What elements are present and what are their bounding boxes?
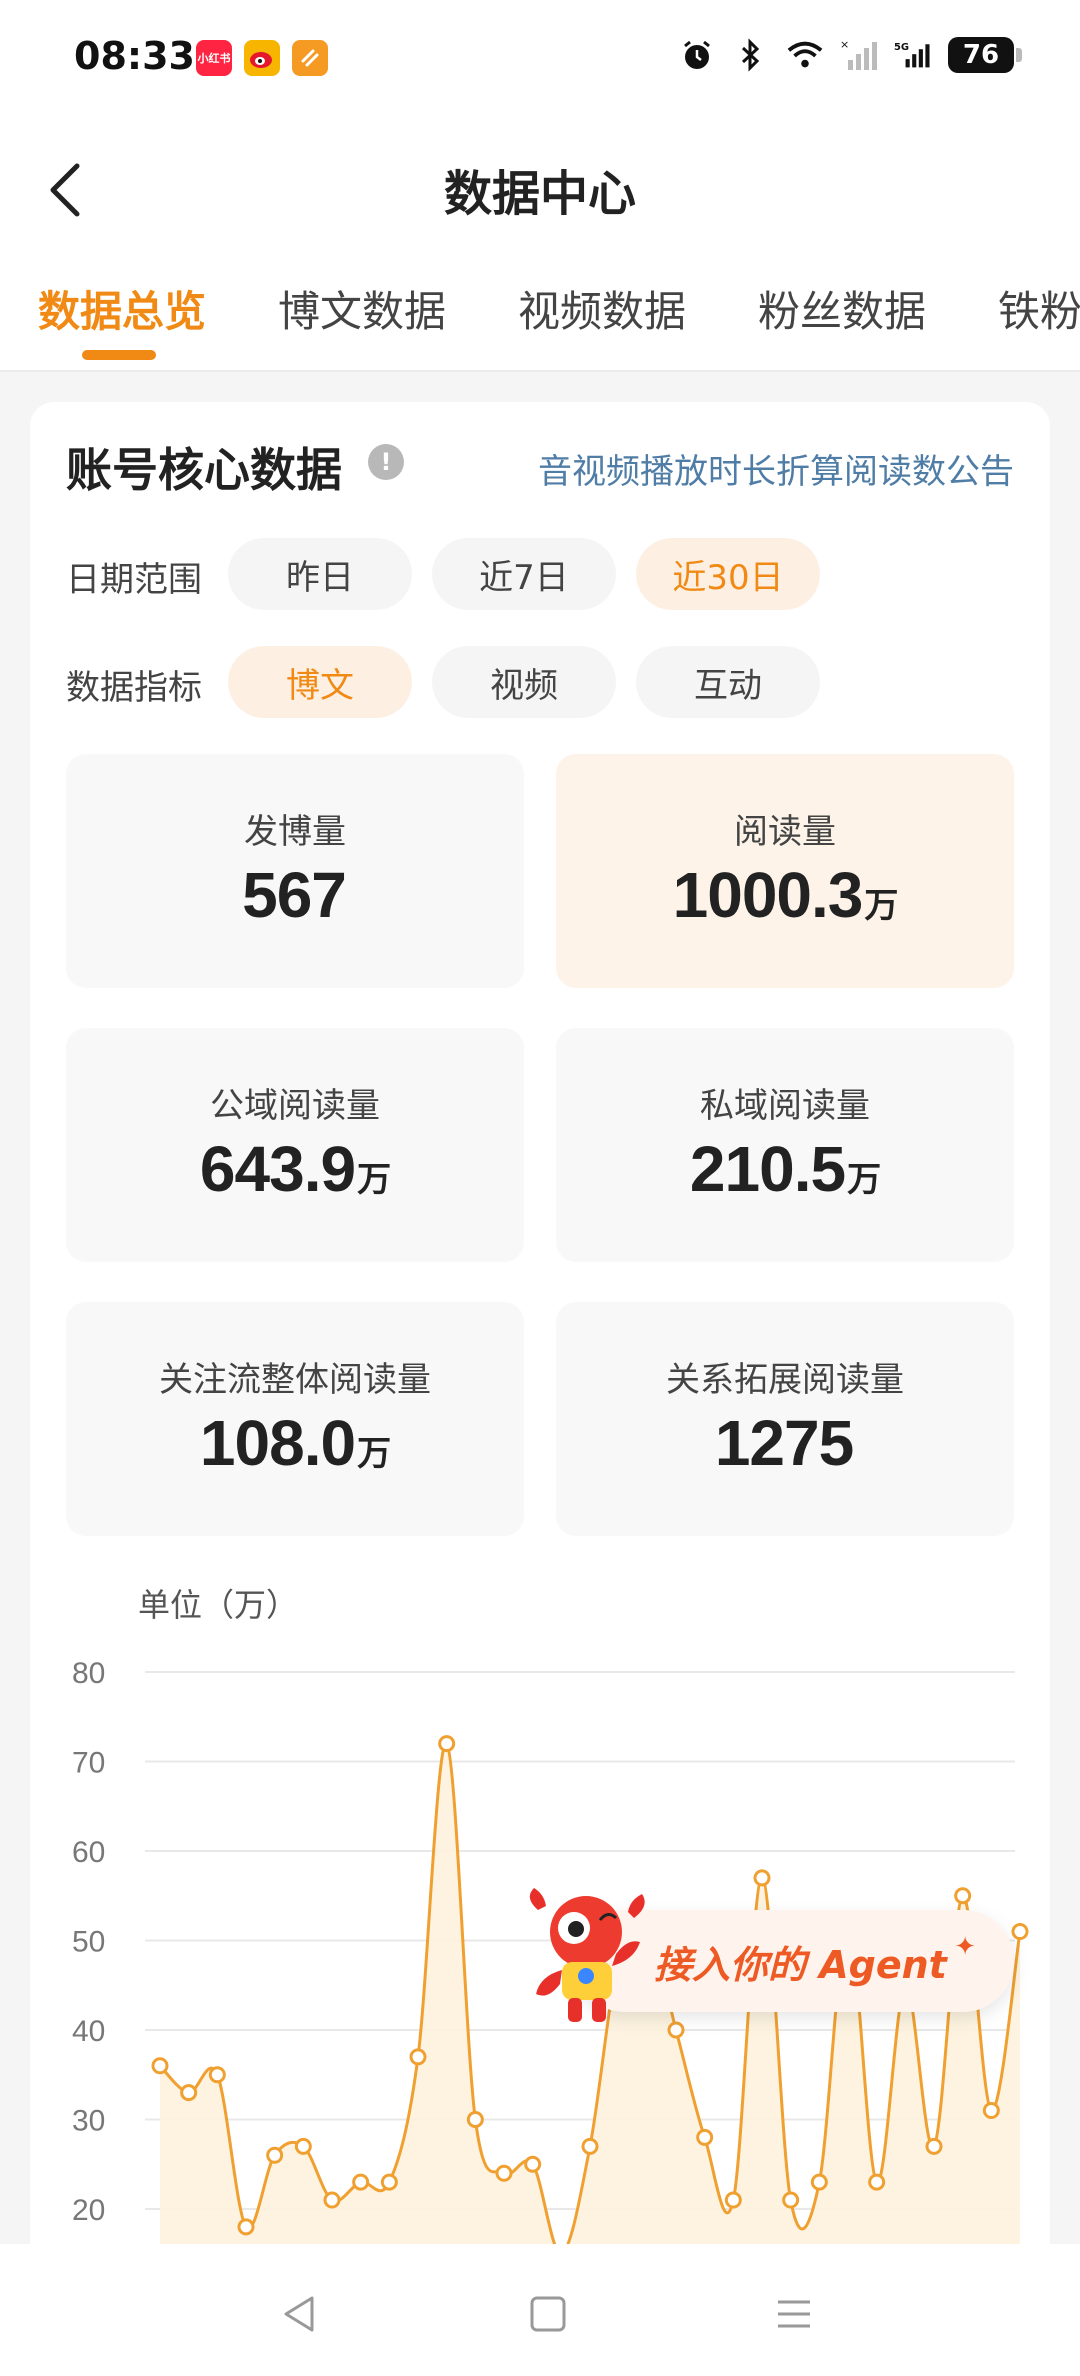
tab-posts[interactable]: 博文数据 (278, 278, 446, 339)
agent-entry-label: 接入你的 Agent (654, 1943, 947, 1987)
data-point (753, 1869, 771, 1887)
chip-7-days[interactable]: 近7日 (432, 538, 616, 610)
data-point (180, 2084, 198, 2102)
metric-label: 数据指标 (66, 668, 202, 708)
triangle-back-icon (284, 2296, 314, 2332)
svg-text:×: × (840, 38, 849, 51)
data-point (982, 2102, 1000, 2120)
data-point (667, 2021, 685, 2039)
notice-link[interactable]: 音视频播放时长折算阅读数公告 (538, 444, 1014, 493)
y-tick-label: 30 (72, 2105, 105, 2138)
app-icon (292, 40, 328, 76)
data-point (466, 2111, 484, 2128)
stat-public-read[interactable]: 公域阅读量 643.9万 (66, 1028, 524, 1262)
info-icon[interactable]: ! (368, 444, 404, 480)
xiaohongshu-icon: 小红书 (196, 40, 232, 76)
signal-5g-icon: 5G (894, 36, 932, 74)
y-tick-label: 40 (72, 2015, 105, 2048)
data-point (323, 2191, 341, 2209)
nav-back-button[interactable] (270, 2284, 330, 2344)
stat-private-read[interactable]: 私域阅读量 210.5万 (556, 1028, 1014, 1262)
chart-unit-label: 单位（万） (138, 1586, 299, 1624)
tab-indicator (82, 350, 156, 360)
menu-icon (778, 2300, 810, 2328)
mascot-icon[interactable] (516, 1880, 656, 2030)
status-indicators: × 5G 76 (678, 36, 1022, 74)
stat-label: 关系拓展阅读量 (666, 1360, 904, 1400)
data-point (925, 2137, 943, 2155)
tab-overview[interactable]: 数据总览 (38, 278, 206, 339)
data-point (266, 2146, 284, 2164)
tab-fans[interactable]: 粉丝数据 (758, 278, 926, 339)
data-point (438, 1735, 456, 1753)
data-point (294, 2137, 312, 2155)
stat-value: 567 (242, 859, 347, 931)
stat-value: 108.0万 (199, 1407, 391, 1479)
data-point (1011, 1923, 1029, 1941)
data-point (810, 2173, 828, 2191)
data-point (151, 2057, 169, 2075)
chip-video[interactable]: 视频 (432, 646, 616, 718)
data-point (954, 1887, 972, 1905)
data-point (524, 2155, 542, 2173)
stat-label: 私域阅读量 (700, 1086, 870, 1126)
system-nav-bar (0, 2244, 1080, 2376)
stat-label: 阅读量 (734, 812, 836, 852)
tab-videos[interactable]: 视频数据 (518, 278, 686, 339)
stat-value: 210.5万 (689, 1133, 881, 1205)
sparkle-icon: ✦ (954, 1932, 976, 1962)
status-app-icons: 小红书 (196, 40, 328, 76)
wifi-icon (786, 36, 824, 74)
chip-30-days[interactable]: 近30日 (636, 538, 820, 610)
stat-post-count[interactable]: 发博量 567 (66, 754, 524, 988)
date-range-label: 日期范围 (66, 560, 202, 600)
chip-posts[interactable]: 博文 (228, 646, 412, 718)
y-tick-label: 60 (72, 1836, 105, 1869)
data-point (352, 2173, 370, 2191)
core-data-card: 账号核心数据 ! 音视频播放时长折算阅读数公告 日期范围 昨日 近7日 近30日… (30, 402, 1050, 2376)
data-point (409, 2048, 427, 2066)
data-point (237, 2218, 255, 2236)
data-point (208, 2066, 226, 2084)
signal-sim1-icon: × (840, 36, 878, 74)
data-point (782, 2191, 800, 2209)
y-tick-label: 80 (72, 1657, 105, 1690)
chip-yesterday[interactable]: 昨日 (228, 538, 412, 610)
tab-bar: 数据总览 博文数据 视频数据 粉丝数据 铁粉 (0, 250, 1080, 372)
stat-value: 1000.3万 (672, 859, 899, 931)
stat-relationship-read[interactable]: 关系拓展阅读量 1275 (556, 1302, 1014, 1536)
stat-label: 公域阅读量 (210, 1086, 380, 1126)
data-point (868, 2173, 886, 2191)
y-tick-label: 50 (72, 1926, 105, 1959)
stat-follow-feed-read[interactable]: 关注流整体阅读量 108.0万 (66, 1302, 524, 1536)
stat-label: 关注流整体阅读量 (159, 1360, 431, 1400)
svg-text:5G: 5G (894, 42, 909, 53)
data-point (696, 2128, 714, 2146)
nav-menu-button[interactable] (764, 2284, 824, 2344)
tab-iron-fans[interactable]: 铁粉 (998, 278, 1080, 339)
data-point (495, 2164, 513, 2182)
data-point (380, 2173, 398, 2191)
stat-value: 1275 (714, 1407, 854, 1479)
stat-value: 643.9万 (199, 1133, 391, 1205)
status-time: 08:33 (74, 34, 195, 78)
nav-home-button[interactable] (518, 2284, 578, 2344)
stat-read-count[interactable]: 阅读量 1000.3万 (556, 754, 1014, 988)
data-point (724, 2191, 742, 2209)
card-title: 账号核心数据 (66, 443, 342, 497)
y-tick-label: 70 (72, 1747, 105, 1780)
page-title: 数据中心 (443, 166, 636, 222)
nav-bar: 数据中心 (0, 110, 1080, 270)
battery-icon: 76 (948, 37, 1022, 73)
square-home-icon (530, 2296, 566, 2332)
y-tick-label: 20 (72, 2194, 105, 2227)
bluetooth-icon (732, 36, 770, 74)
data-point (581, 2137, 599, 2155)
chip-interaction[interactable]: 互动 (636, 646, 820, 718)
weibo-icon (244, 40, 280, 76)
stat-label: 发博量 (244, 812, 346, 852)
status-bar: 08:33 小红书 × 5G 76 (0, 0, 1080, 110)
alarm-icon (678, 36, 716, 74)
